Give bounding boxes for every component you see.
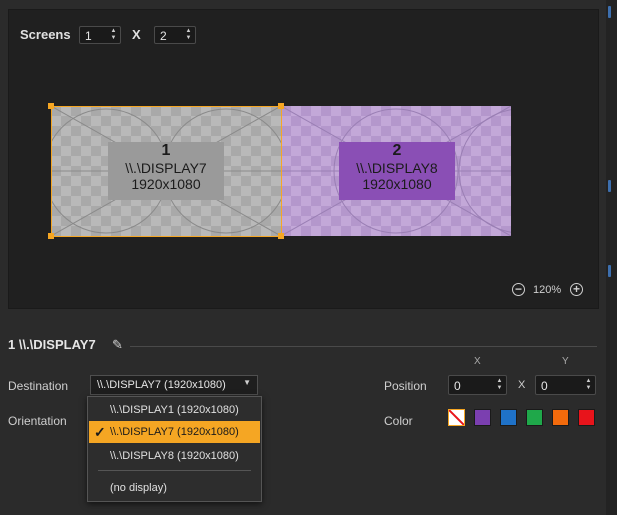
zoom-in-icon[interactable]: + xyxy=(570,283,583,296)
zoom-out-icon[interactable]: − xyxy=(512,283,525,296)
dropdown-option-label: \\.\DISPLAY1 (1920x1080) xyxy=(110,404,239,416)
color-swatch-green[interactable] xyxy=(526,409,543,426)
stepper-arrows-icon[interactable]: ▲ ▼ xyxy=(585,378,592,392)
display-index: 2 xyxy=(392,142,402,159)
color-label: Color xyxy=(384,414,413,428)
zoom-control: − 120% + xyxy=(510,282,590,300)
pencil-icon[interactable]: ✎ xyxy=(112,337,123,353)
position-separator: X xyxy=(518,379,526,391)
screens-rows-stepper[interactable]: 1 ▲ ▼ xyxy=(79,26,121,44)
dropdown-option[interactable]: \\.\DISPLAY8 (1920x1080) xyxy=(89,445,260,467)
dropdown-option-label: \\.\DISPLAY7 (1920x1080) xyxy=(110,426,239,438)
stepper-arrows-icon[interactable]: ▲ ▼ xyxy=(496,378,503,392)
selection-outline xyxy=(51,106,282,237)
position-y-stepper[interactable]: 0 ▲ ▼ xyxy=(535,375,596,395)
screens-cols-value: 2 xyxy=(160,29,167,43)
stepper-arrows-icon[interactable]: ▲ ▼ xyxy=(110,28,117,42)
screen-preview-panel: Screens 1 ▲ ▼ X 2 ▲ ▼ 1 \\.\DISPLAY7 192… xyxy=(8,9,599,309)
resize-handle[interactable] xyxy=(278,233,284,239)
right-scroll-strip xyxy=(606,0,617,515)
dropdown-option-label: (no display) xyxy=(110,482,167,494)
dropdown-option[interactable]: \\.\DISPLAY1 (1920x1080) xyxy=(89,399,260,421)
color-swatch-none[interactable] xyxy=(448,409,465,426)
position-x-value: 0 xyxy=(454,379,461,393)
dropdown-option[interactable]: (no display) xyxy=(89,477,260,499)
destination-select[interactable]: \\.\DISPLAY7 (1920x1080) ▼ xyxy=(90,375,258,395)
destination-dropdown-menu: \\.\DISPLAY1 (1920x1080) ✓ \\.\DISPLAY7 … xyxy=(87,396,262,502)
dropdown-option-selected[interactable]: ✓ \\.\DISPLAY7 (1920x1080) xyxy=(89,421,260,443)
stepper-arrows-icon[interactable]: ▲ ▼ xyxy=(185,28,192,42)
resize-handle[interactable] xyxy=(48,233,54,239)
resize-handle[interactable] xyxy=(48,103,54,109)
screens-separator: X xyxy=(132,27,141,42)
orientation-label: Orientation xyxy=(8,414,67,428)
no-color-icon xyxy=(449,410,464,425)
position-x-stepper[interactable]: 0 ▲ ▼ xyxy=(448,375,507,395)
display-screen-2[interactable]: 2 \\.\DISPLAY8 1920x1080 xyxy=(281,106,511,236)
chevron-down-icon[interactable]: ▼ xyxy=(243,378,251,387)
color-swatch-blue[interactable] xyxy=(500,409,517,426)
screens-rows-value: 1 xyxy=(85,29,92,43)
checkmark-icon: ✓ xyxy=(94,424,106,440)
selected-display-title: 1 \\.\DISPLAY7 xyxy=(8,337,96,352)
dropdown-option-label: \\.\DISPLAY8 (1920x1080) xyxy=(110,450,239,462)
position-label: Position xyxy=(384,379,427,393)
position-y-value: 0 xyxy=(541,379,548,393)
dropdown-divider xyxy=(98,470,251,471)
color-swatch-purple[interactable] xyxy=(474,409,491,426)
color-swatch-red[interactable] xyxy=(578,409,595,426)
section-divider xyxy=(130,346,597,347)
destination-label: Destination xyxy=(8,379,69,393)
resize-handle[interactable] xyxy=(278,103,284,109)
screens-label: Screens xyxy=(20,27,71,42)
display-resolution: 1920x1080 xyxy=(362,176,432,192)
destination-value: \\.\DISPLAY7 (1920x1080) xyxy=(97,379,226,391)
display-card-2: 2 \\.\DISPLAY8 1920x1080 xyxy=(339,142,455,200)
position-y-header: Y xyxy=(562,356,569,367)
position-x-header: X xyxy=(474,356,481,367)
zoom-value: 120% xyxy=(533,284,562,296)
display-canvas: 1 \\.\DISPLAY7 1920x1080 2 \\.\DISPLAY8 … xyxy=(48,103,511,239)
display-name: \\.\DISPLAY8 xyxy=(356,160,438,176)
color-swatch-orange[interactable] xyxy=(552,409,569,426)
screens-cols-stepper[interactable]: 2 ▲ ▼ xyxy=(154,26,196,44)
